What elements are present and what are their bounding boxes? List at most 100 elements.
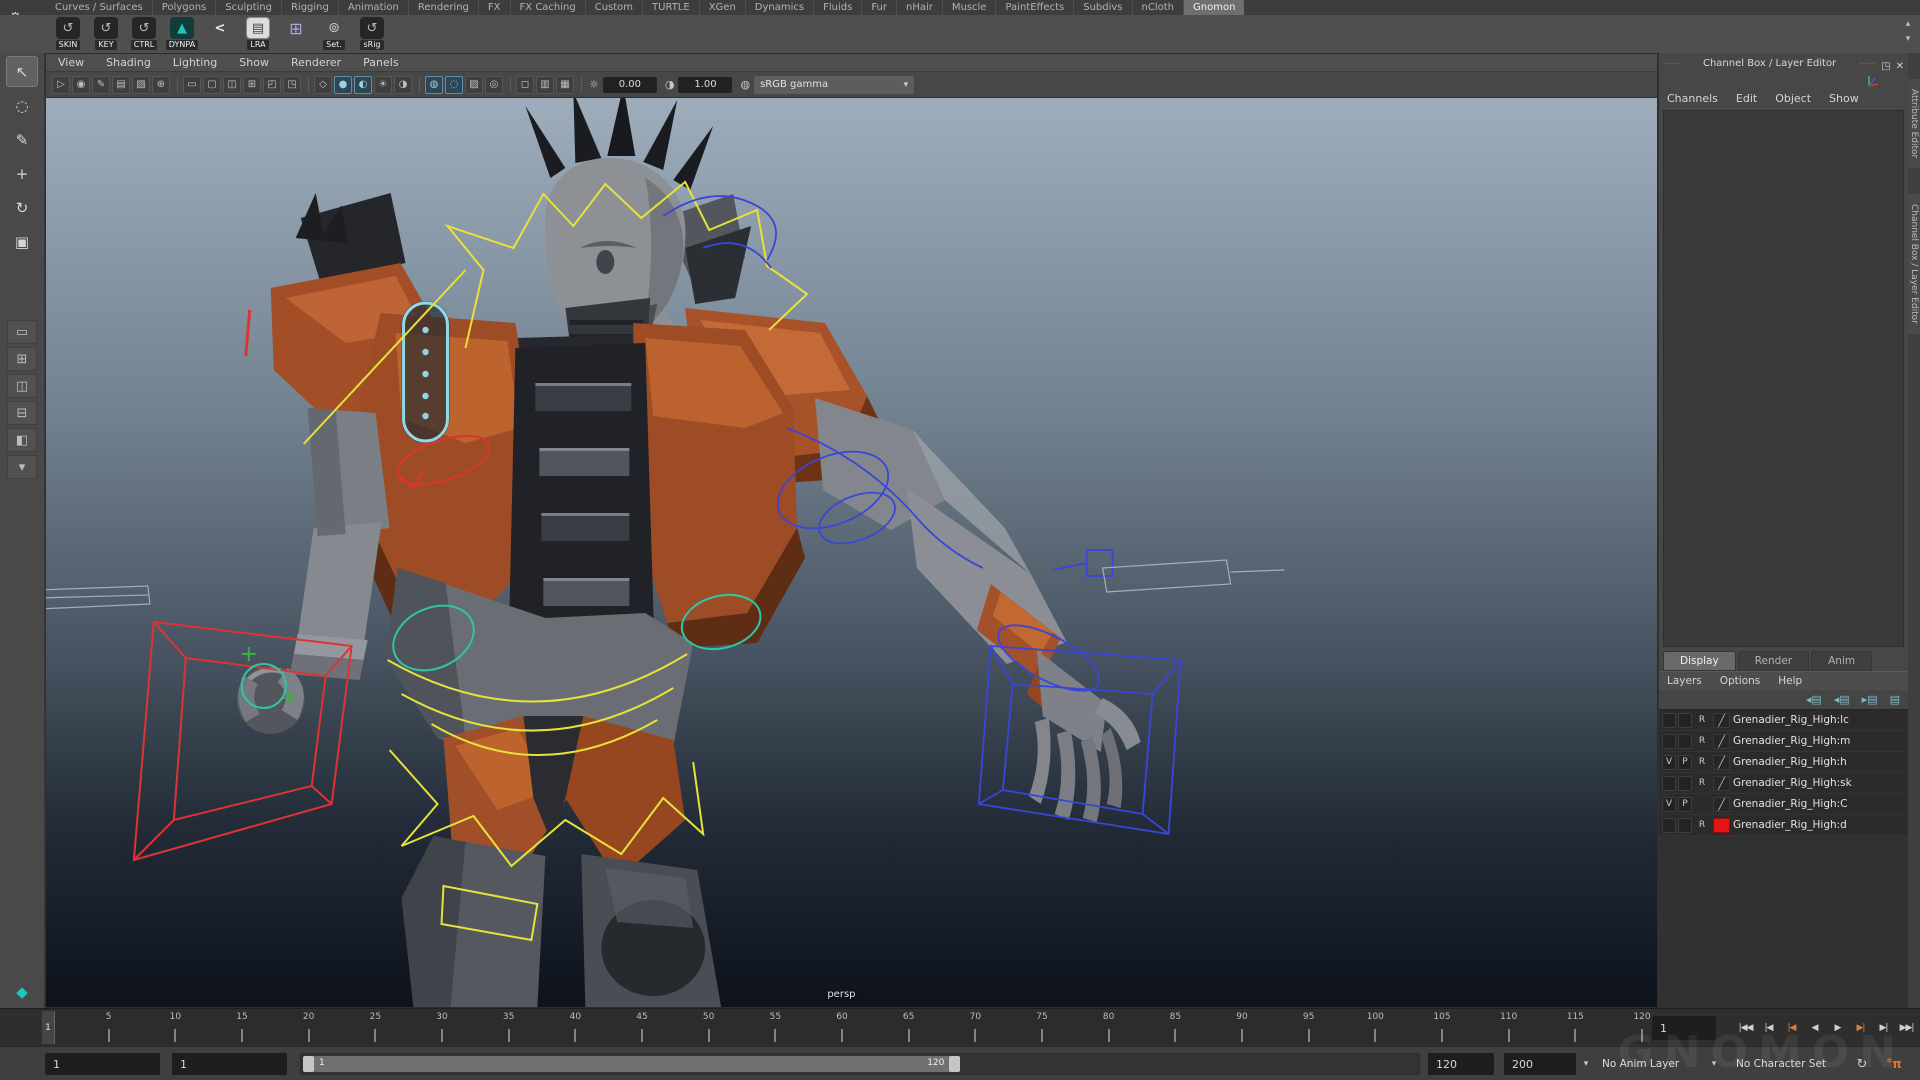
step-forward-key-button[interactable]: ▶| bbox=[1849, 1015, 1872, 1041]
play-backwards-button[interactable]: ◀ bbox=[1803, 1015, 1826, 1041]
layer-menu-options[interactable]: Options bbox=[1720, 675, 1761, 687]
layout-menu-button[interactable]: ▾ bbox=[7, 455, 37, 479]
layer-menu-help[interactable]: Help bbox=[1778, 675, 1802, 687]
select-tool[interactable]: ↖ bbox=[6, 56, 38, 87]
layer-playback-toggle[interactable] bbox=[1678, 713, 1692, 728]
skin-shelf-button[interactable]: ↺SKIN bbox=[50, 15, 86, 50]
channel-box-menu-show[interactable]: Show bbox=[1829, 92, 1859, 105]
viewport-canvas[interactable]: persp y x bbox=[46, 98, 1657, 1007]
character-set-icon[interactable]: °π bbox=[1884, 1054, 1904, 1074]
move-layer-down-icon[interactable]: ◂▤ bbox=[1834, 693, 1850, 706]
shelf-tab-fx-caching[interactable]: FX Caching bbox=[510, 0, 585, 15]
shelf-tab-sculpting[interactable]: Sculpting bbox=[215, 0, 281, 15]
grease-pencil-icon[interactable]: ✎ bbox=[92, 76, 110, 94]
shelf-tab-nhair[interactable]: nHair bbox=[896, 0, 942, 15]
pan-zoom-icon[interactable]: ⊕ bbox=[152, 76, 170, 94]
range-handle-start[interactable] bbox=[303, 1056, 314, 1072]
layer-color-swatch[interactable]: ╱ bbox=[1713, 776, 1730, 791]
shelf-tab-fx[interactable]: FX bbox=[478, 0, 510, 15]
field-chart-icon[interactable]: ⊞ bbox=[243, 76, 261, 94]
shelf-tab-fluids[interactable]: Fluids bbox=[813, 0, 861, 15]
anim-start-field[interactable]: 1 bbox=[172, 1053, 287, 1075]
layer-playback-toggle[interactable] bbox=[1678, 776, 1692, 791]
playback-end-field[interactable]: 120 bbox=[1428, 1053, 1494, 1075]
layer-visibility-toggle[interactable]: V bbox=[1662, 755, 1676, 770]
layer-editor-tab-anim[interactable]: Anim bbox=[1811, 651, 1872, 671]
new-layer-from-selected-icon[interactable]: ▤ bbox=[1890, 693, 1900, 706]
two-pane-side-layout-button[interactable]: ◫ bbox=[7, 374, 37, 398]
layer-row[interactable]: VPR╱Grenadier_Rig_High:h bbox=[1659, 752, 1908, 773]
layer-menu-layers[interactable]: Layers bbox=[1667, 675, 1702, 687]
persp-outliner-layout-button[interactable]: ◧ bbox=[7, 428, 37, 452]
shelf-tab-fur[interactable]: Fur bbox=[861, 0, 896, 15]
motion-blur-icon[interactable]: ◌ bbox=[445, 76, 463, 94]
layer-visibility-toggle[interactable] bbox=[1662, 776, 1676, 791]
layer-display-type-toggle[interactable] bbox=[1694, 797, 1710, 812]
side-tab-channel-box-layer-editor[interactable]: Channel Box / Layer Editor bbox=[1908, 194, 1920, 334]
srig-shelf-button[interactable]: ↺sRig bbox=[354, 15, 390, 50]
shelf-tab-turtle[interactable]: TURTLE bbox=[642, 0, 699, 15]
camera-bookmark-icon[interactable]: ▤ bbox=[112, 76, 130, 94]
go-to-start-button[interactable]: |◀◀ bbox=[1734, 1015, 1757, 1041]
resolution-gate-icon[interactable]: ▢ bbox=[203, 76, 221, 94]
layer-editor-tab-render[interactable]: Render bbox=[1738, 651, 1809, 671]
snap-magnet-icon[interactable]: ◆ bbox=[8, 980, 36, 1004]
anim-layer-selector[interactable]: No Anim Layer bbox=[1602, 1047, 1679, 1080]
shelf-tab-subdivs[interactable]: Subdivs bbox=[1073, 0, 1131, 15]
multisample-icon[interactable]: ▨ bbox=[465, 76, 483, 94]
play-forwards-button[interactable]: ▶ bbox=[1826, 1015, 1849, 1041]
layer-playback-toggle[interactable] bbox=[1678, 734, 1692, 749]
key-shelf-button[interactable]: ↺KEY bbox=[88, 15, 124, 50]
screen-ao-icon[interactable]: ◍ bbox=[425, 76, 443, 94]
shelf-tab-gnomon[interactable]: Gnomon bbox=[1183, 0, 1244, 15]
range-slider-track[interactable]: 1 120 bbox=[300, 1053, 1420, 1075]
shelf-tab-polygons[interactable]: Polygons bbox=[152, 0, 216, 15]
move-layer-up-icon[interactable]: ◂▤ bbox=[1806, 693, 1822, 706]
gamma-icon[interactable]: ◍ bbox=[740, 78, 750, 91]
move-tool[interactable]: + bbox=[6, 158, 38, 189]
anim-layer-dropdown-icon[interactable]: ▾ bbox=[1706, 1055, 1722, 1073]
range-preset-dropdown-icon[interactable]: ▾ bbox=[1578, 1055, 1594, 1073]
x-ray-icon[interactable]: ▥ bbox=[536, 76, 554, 94]
shelf-tab-ncloth[interactable]: nCloth bbox=[1132, 0, 1183, 15]
safe-action-icon[interactable]: ◰ bbox=[263, 76, 281, 94]
layer-color-swatch[interactable] bbox=[1713, 818, 1730, 833]
paint-select-tool[interactable]: ✎ bbox=[6, 124, 38, 155]
selection-set-shelf-button[interactable]: ⊚Set. bbox=[316, 15, 352, 50]
layer-visibility-toggle[interactable] bbox=[1662, 713, 1676, 728]
dock-icon[interactable]: ◳ bbox=[1881, 61, 1890, 72]
layer-visibility-toggle[interactable]: V bbox=[1662, 797, 1676, 812]
isolate-select-icon[interactable]: ◻ bbox=[516, 76, 534, 94]
dynpa-shelf-button[interactable]: ▲DYNPA bbox=[164, 15, 200, 50]
textured-icon[interactable]: ◐ bbox=[354, 76, 372, 94]
go-to-end-button[interactable]: ▶▶| bbox=[1895, 1015, 1918, 1041]
channel-list-empty[interactable] bbox=[1663, 110, 1904, 647]
two-pane-stacked-layout-button[interactable]: ⊟ bbox=[7, 401, 37, 425]
color-management-dropdown[interactable]: sRGB gamma▾ bbox=[754, 76, 914, 94]
rig-circle-shelf-button[interactable]: ⊞ bbox=[278, 15, 314, 39]
shelf-tab-animation[interactable]: Animation bbox=[338, 0, 408, 15]
timeline-ruler[interactable]: 1 51015202530354045505560657075808590951… bbox=[42, 1011, 1642, 1044]
layer-row[interactable]: R╱Grenadier_Rig_High:lc bbox=[1659, 710, 1908, 731]
shelf-tab-muscle[interactable]: Muscle bbox=[942, 0, 996, 15]
layer-visibility-toggle[interactable] bbox=[1662, 734, 1676, 749]
layer-visibility-toggle[interactable] bbox=[1662, 818, 1676, 833]
playback-start-field[interactable]: 1 bbox=[45, 1053, 160, 1075]
layer-row[interactable]: RGrenadier_Rig_High:d bbox=[1659, 815, 1908, 836]
four-pane-layout-button[interactable]: ⊞ bbox=[7, 347, 37, 371]
anim-end-field[interactable]: 200 bbox=[1504, 1053, 1576, 1075]
layer-editor-tab-display[interactable]: Display bbox=[1663, 651, 1736, 671]
layer-playback-toggle[interactable]: P bbox=[1678, 755, 1692, 770]
layer-display-type-toggle[interactable]: R bbox=[1694, 713, 1710, 728]
contrast-icon[interactable]: ◑ bbox=[665, 78, 675, 91]
layer-display-type-toggle[interactable]: R bbox=[1694, 734, 1710, 749]
layer-row[interactable]: R╱Grenadier_Rig_High:sk bbox=[1659, 773, 1908, 794]
layer-color-swatch[interactable]: ╱ bbox=[1713, 755, 1730, 770]
shelf-tab-custom[interactable]: Custom bbox=[585, 0, 642, 15]
gate-mask-icon[interactable]: ◫ bbox=[223, 76, 241, 94]
auto-keyframe-icon[interactable]: ↻ bbox=[1852, 1054, 1872, 1074]
layer-display-type-toggle[interactable]: R bbox=[1694, 755, 1710, 770]
side-tab-attribute-editor[interactable]: Attribute Editor bbox=[1908, 79, 1920, 168]
lock-camera-icon[interactable]: ◉ bbox=[72, 76, 90, 94]
smooth-shade-icon[interactable]: ● bbox=[334, 76, 352, 94]
